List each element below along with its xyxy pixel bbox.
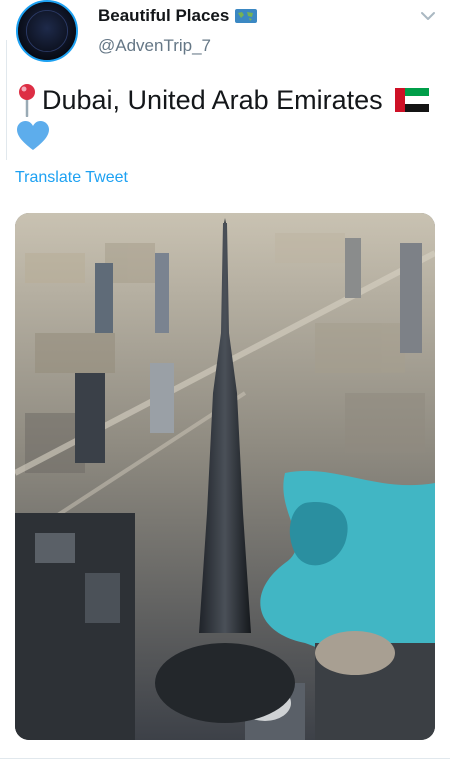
divider — [0, 758, 450, 759]
tweet-text: Dubai, United Arab Emirates — [16, 82, 436, 152]
round-pushpin-icon — [19, 84, 35, 117]
tweet-location: Dubai, United Arab Emirates — [42, 85, 383, 115]
world-map-icon — [235, 9, 258, 23]
translate-tweet-link[interactable]: Translate Tweet — [15, 169, 128, 187]
avatar[interactable] — [16, 0, 78, 62]
user-handle[interactable]: @AdvenTrip_7 — [98, 36, 211, 56]
blue-heart-icon — [17, 121, 49, 150]
display-name-row[interactable]: Beautiful Places — [98, 6, 258, 26]
avatar-image — [18, 2, 76, 60]
dubai-aerial-photo — [15, 213, 435, 740]
tweet-photo[interactable] — [15, 213, 435, 740]
thread-line — [6, 40, 7, 160]
chevron-down-icon[interactable] — [418, 6, 438, 26]
uae-flag-icon — [394, 88, 429, 112]
display-name[interactable]: Beautiful Places — [98, 6, 229, 26]
